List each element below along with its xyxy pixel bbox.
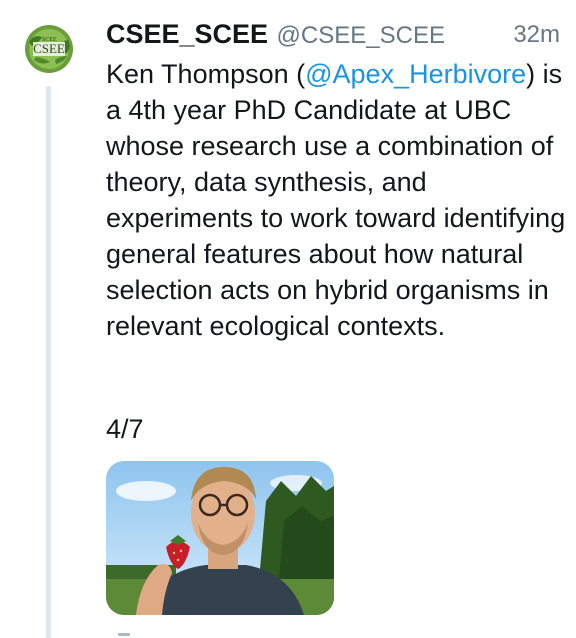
display-name[interactable]: CSEE_SCEE <box>106 19 268 49</box>
tweet-media-photo[interactable] <box>106 461 334 615</box>
tweet-text-intro: Ken Thompson ( <box>106 59 306 89</box>
tweet-text: Ken Thompson (@Apex_Herbivore) is a 4th … <box>106 56 572 344</box>
mention-link[interactable]: @Apex_Herbivore <box>305 59 526 89</box>
tweet-header: CSEE_SCEE @CSEE_SCEE 32m <box>106 19 566 51</box>
tweet-page: CSEE SCEE CSEE_SCEE @CSEE_SCEE 32m Ken T… <box>0 0 576 638</box>
csee-scee-logo-icon: CSEE SCEE <box>20 20 78 78</box>
thread-connector-line <box>46 86 51 638</box>
reply-icon[interactable] <box>118 633 130 636</box>
tweet-timestamp[interactable]: 32m <box>513 21 560 49</box>
avatar[interactable]: CSEE SCEE <box>20 20 78 78</box>
svg-text:CSEE: CSEE <box>33 41 65 56</box>
thread-counter: 4/7 <box>106 414 144 444</box>
user-handle[interactable]: @CSEE_SCEE <box>277 22 445 49</box>
svg-text:SCEE: SCEE <box>42 37 57 43</box>
photo-man-holding-strawberry-icon <box>106 461 334 615</box>
tweet-text-body: ) is a 4th year PhD Candidate at UBC who… <box>106 59 566 341</box>
